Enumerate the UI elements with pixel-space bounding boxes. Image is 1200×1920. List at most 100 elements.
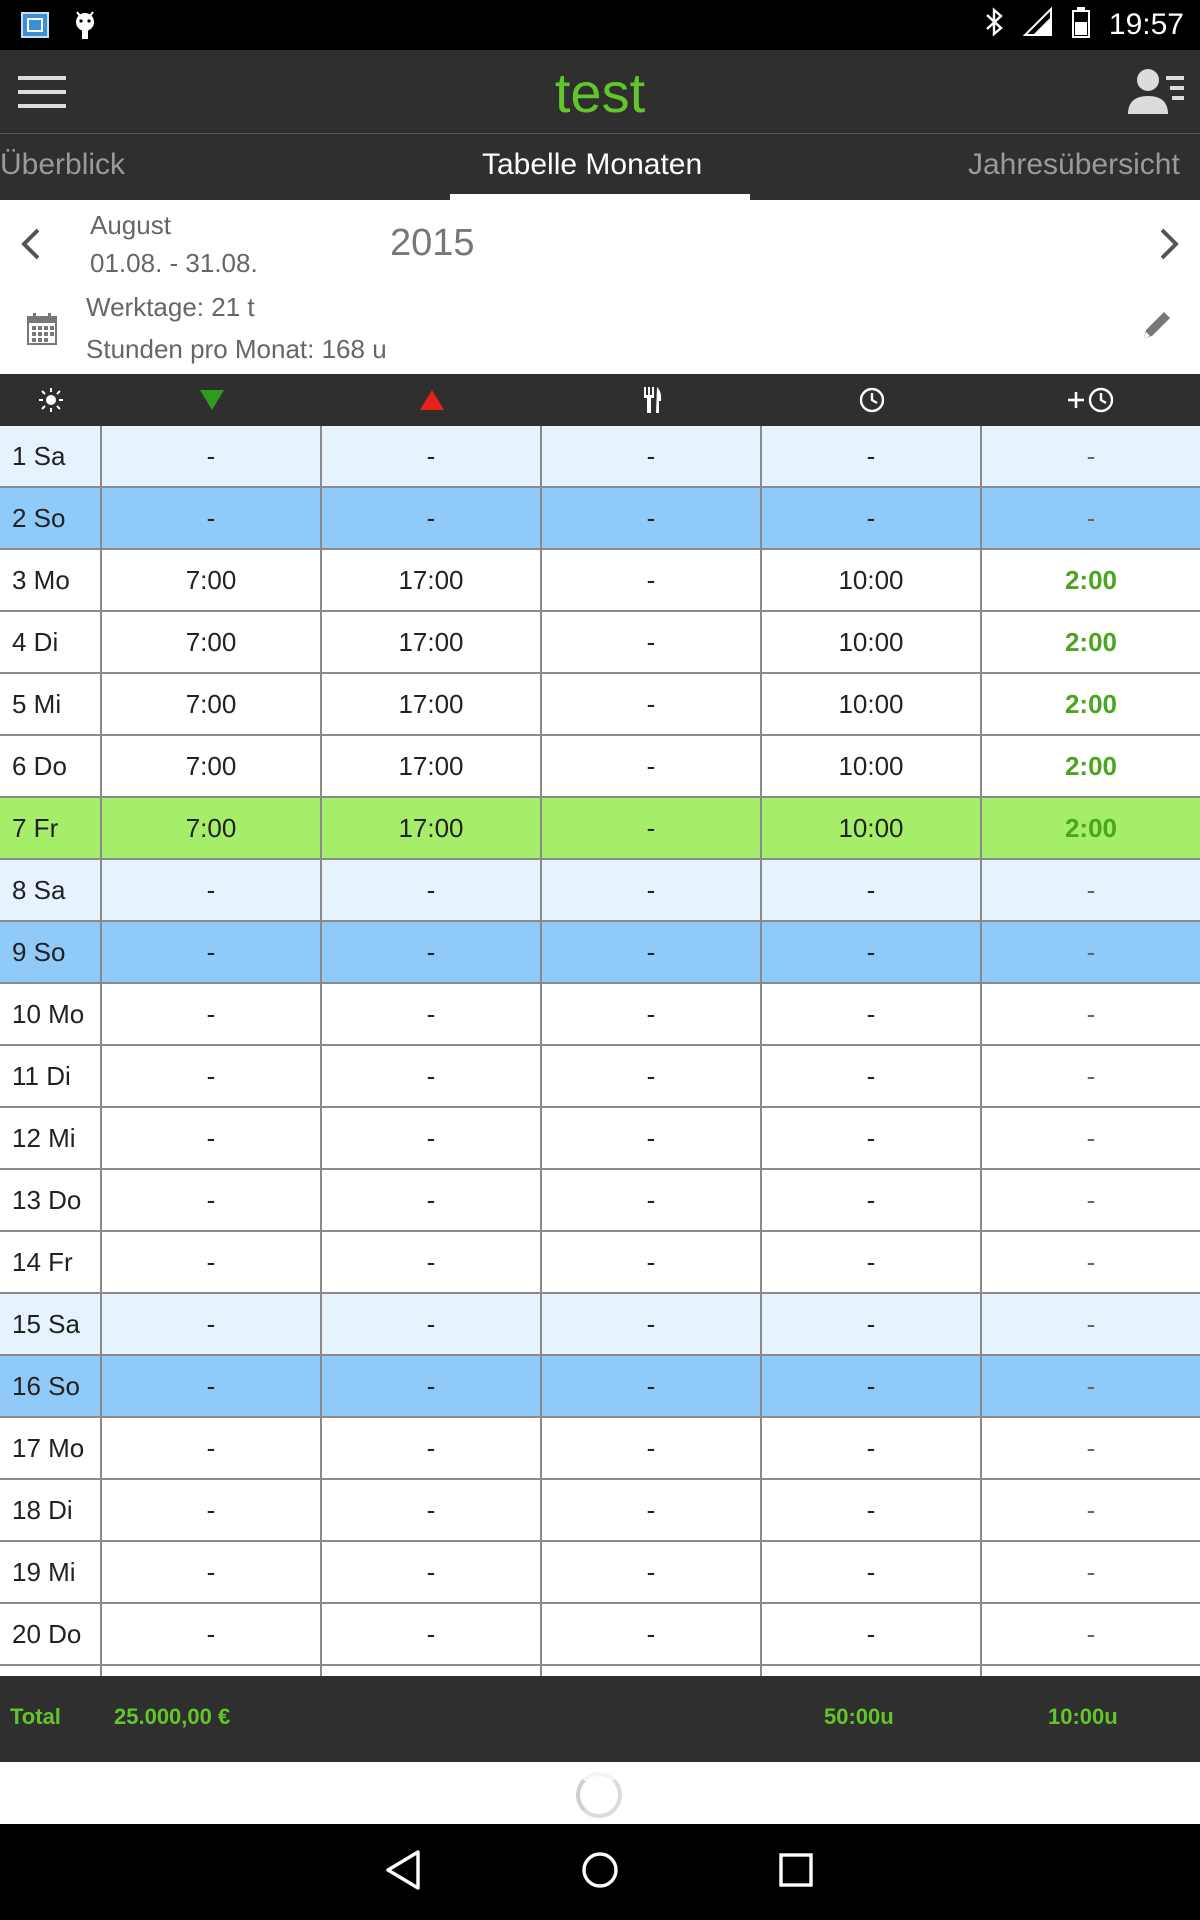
break-cell: - xyxy=(542,984,762,1044)
next-month-icon[interactable] xyxy=(1156,226,1182,267)
partial-cell xyxy=(542,1666,762,1676)
worked-hours-cell: - xyxy=(762,1542,982,1602)
worked-hours-cell: - xyxy=(762,1480,982,1540)
start-time-cell: - xyxy=(102,1294,322,1354)
table-row[interactable]: 20 Do - - - - - xyxy=(0,1604,1200,1666)
end-time-cell: - xyxy=(322,1108,542,1168)
start-time-cell: 7:00 xyxy=(102,550,322,610)
day-cell: 20 Do xyxy=(0,1604,102,1664)
overtime-cell: - xyxy=(1086,874,1096,905)
day-cell: 11 Di xyxy=(0,1046,102,1106)
day-cell: 3 Mo xyxy=(0,550,102,610)
day-cell: 7 Fr xyxy=(0,798,102,858)
table-row[interactable]: 10 Mo - - - - - xyxy=(0,984,1200,1046)
end-time-cell: 17:00 xyxy=(322,798,542,858)
table-row[interactable]: 3 Mo 7:00 17:00-10:00 2:00 xyxy=(0,550,1200,612)
cutlery-icon xyxy=(542,374,762,426)
worked-hours-cell: - xyxy=(762,860,982,920)
start-time-cell: 7:00 xyxy=(102,612,322,672)
person-list-icon[interactable] xyxy=(1126,66,1186,118)
end-time-cell: - xyxy=(322,488,542,548)
day-cell: 6 Do xyxy=(0,736,102,796)
start-time-cell: - xyxy=(102,1170,322,1230)
end-time-cell: - xyxy=(322,984,542,1044)
overtime-cell: 2:00 xyxy=(1064,688,1118,719)
table-row[interactable]: 17 Mo - - - - - xyxy=(0,1418,1200,1480)
table-row[interactable]: 16 So - - - - - xyxy=(0,1356,1200,1418)
day-cell: 10 Mo xyxy=(0,984,102,1044)
end-time-cell: - xyxy=(322,1046,542,1106)
app-icon xyxy=(20,11,50,44)
totals-overtime: 10:00u xyxy=(1048,1704,1118,1729)
year-label: 2015 xyxy=(390,222,475,264)
start-time-cell: 7:00 xyxy=(102,736,322,796)
home-icon[interactable] xyxy=(580,1848,620,1897)
end-time-cell: 17:00 xyxy=(322,612,542,672)
worked-hours-cell: 10:00 xyxy=(762,612,982,672)
overtime-cell: 2:00 xyxy=(1064,626,1118,657)
start-time-cell: - xyxy=(102,1108,322,1168)
break-cell: - xyxy=(542,1294,762,1354)
plus-clock-icon xyxy=(982,374,1200,426)
table-row[interactable]: 6 Do 7:00 17:00-10:00 2:00 xyxy=(0,736,1200,798)
start-time-cell: - xyxy=(102,1356,322,1416)
tab-year-overview[interactable]: Jahresübersicht xyxy=(968,148,1180,182)
table-row[interactable]: 18 Di - - - - - xyxy=(0,1480,1200,1542)
table-row[interactable]: 19 Mi - - - - - xyxy=(0,1542,1200,1604)
back-icon[interactable] xyxy=(384,1848,424,1897)
break-cell: - xyxy=(542,1604,762,1664)
end-time-cell: 17:00 xyxy=(322,736,542,796)
start-time-cell: - xyxy=(102,1480,322,1540)
overtime-cell: - xyxy=(1086,1618,1096,1649)
start-time-cell: - xyxy=(102,488,322,548)
loading-area xyxy=(0,1762,1200,1824)
day-cell: 5 Mi xyxy=(0,674,102,734)
month-table[interactable]: 1 Sa - - - - -2 So - - - - -3 Mo 7:00 17:00-10:00 2:0… xyxy=(0,426,1200,1676)
partial-cell xyxy=(102,1666,322,1676)
table-row[interactable]: 14 Fr - - - - - xyxy=(0,1232,1200,1294)
app-toolbar: test xyxy=(0,50,1200,134)
table-row[interactable]: 4 Di 7:00 17:00-10:00 2:00 xyxy=(0,612,1200,674)
table-row[interactable]: 1 Sa - - - - - xyxy=(0,426,1200,488)
day-cell: 4 Di xyxy=(0,612,102,672)
table-row[interactable]: 11 Di - - - - - xyxy=(0,1046,1200,1108)
table-row[interactable]: 8 Sa - - - - - xyxy=(0,860,1200,922)
break-cell: - xyxy=(542,860,762,920)
battery-icon xyxy=(1071,6,1091,43)
table-row[interactable]: 7 Fr 7:00 17:00-10:00 2:00 xyxy=(0,798,1200,860)
tab-month-table[interactable]: Tabelle Monaten xyxy=(482,148,702,182)
totals-hours: 50:00u xyxy=(824,1704,894,1729)
table-row[interactable]: 15 Sa - - - - - xyxy=(0,1294,1200,1356)
recents-icon[interactable] xyxy=(776,1848,816,1897)
worked-hours-cell: 10:00 xyxy=(762,736,982,796)
tab-overview[interactable]: Überblick xyxy=(0,148,125,182)
break-cell: - xyxy=(542,1232,762,1292)
end-time-cell: - xyxy=(322,426,542,486)
table-column-header xyxy=(0,374,1200,426)
start-time-cell: 7:00 xyxy=(102,674,322,734)
end-time-cell: - xyxy=(322,1480,542,1540)
table-row[interactable]: 9 So - - - - - xyxy=(0,922,1200,984)
end-time-cell: 17:00 xyxy=(322,674,542,734)
edit-pencil-icon[interactable] xyxy=(1140,308,1174,347)
system-nav-bar xyxy=(0,1824,1200,1920)
start-time-cell: - xyxy=(102,1542,322,1602)
tab-bar: Überblick Tabelle Monaten Jahresübersich… xyxy=(0,134,1200,200)
overtime-cell: - xyxy=(1086,1184,1096,1215)
previous-month-icon[interactable] xyxy=(18,226,44,267)
start-time-cell: - xyxy=(102,860,322,920)
table-row[interactable]: 12 Mi - - - - - xyxy=(0,1108,1200,1170)
end-time-cell: - xyxy=(322,1170,542,1230)
partial-cell xyxy=(0,1666,102,1676)
end-time-cell: - xyxy=(322,1294,542,1354)
loading-spinner-icon xyxy=(576,1772,622,1818)
table-row[interactable]: 2 So - - - - - xyxy=(0,488,1200,550)
table-row[interactable]: 5 Mi 7:00 17:00-10:00 2:00 xyxy=(0,674,1200,736)
totals-label: Total xyxy=(10,1704,61,1729)
partial-cell xyxy=(982,1666,1200,1676)
worked-hours-cell: - xyxy=(762,922,982,982)
day-cell: 18 Di xyxy=(0,1480,102,1540)
table-row[interactable]: 13 Do - - - - - xyxy=(0,1170,1200,1232)
overtime-cell: - xyxy=(1086,1060,1096,1091)
date-range: 01.08. - 31.08. xyxy=(90,248,258,278)
